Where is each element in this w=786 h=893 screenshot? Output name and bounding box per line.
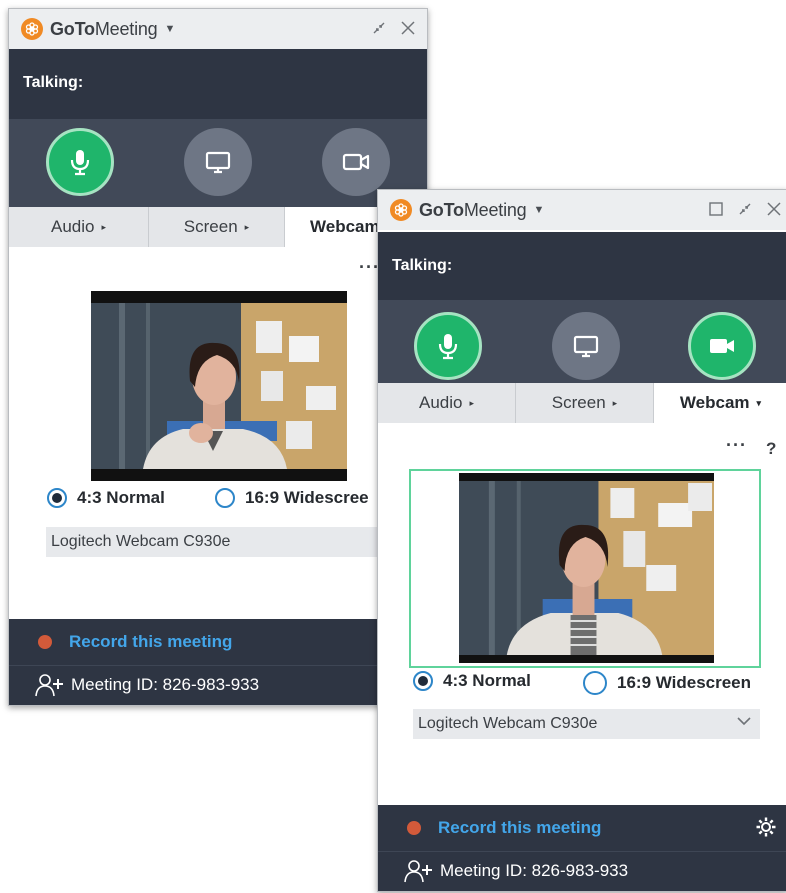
add-person-icon[interactable] [35, 673, 65, 697]
close-icon[interactable] [763, 199, 785, 219]
aspect-ratio-options: 4:3 Normal 16:9 Widescree [9, 488, 427, 518]
microphone-button[interactable] [414, 312, 482, 380]
app-menu-caret-icon[interactable]: ▼ [165, 23, 176, 35]
tab-bar: Audio ▸ Screen ▸ Webcam ▾ [378, 383, 786, 423]
gear-icon[interactable] [755, 816, 777, 843]
tab-bar: Audio ▸ Screen ▸ Webcam [9, 207, 427, 247]
ratio-widescreen-radio[interactable]: 16:9 Widescreen [583, 671, 751, 695]
talking-bar: Talking: [9, 49, 427, 119]
tab-audio[interactable]: Audio ▸ [378, 383, 516, 423]
screen-share-button[interactable] [184, 128, 252, 196]
meeting-id-row: Meeting ID: 826-983-933 [378, 852, 786, 890]
meeting-id-row: Meeting ID: 826-983-933 [9, 666, 427, 704]
record-icon [407, 821, 421, 835]
screen-share-button[interactable] [552, 312, 620, 380]
aspect-ratio-options: 4:3 Normal 16:9 Widescreen [378, 671, 786, 701]
app-menu-button[interactable]: GoToMeeting [419, 200, 527, 221]
bottom-bar: Record this meeting Meeting ID: 826-983-… [378, 805, 786, 891]
more-options-icon[interactable]: ··· [726, 435, 747, 456]
microphone-icon [70, 150, 90, 176]
close-icon[interactable] [397, 18, 419, 38]
record-icon [38, 635, 52, 649]
webcam-video-image [459, 473, 714, 663]
title-bar: GoToMeeting ▼ [9, 9, 427, 49]
control-buttons [9, 119, 427, 207]
camera-select[interactable]: Logitech Webcam C930e [46, 527, 427, 557]
record-meeting-button[interactable]: Record this meeting [378, 805, 786, 852]
webcam-button[interactable] [688, 312, 756, 380]
tab-webcam[interactable]: Webcam ▾ [654, 383, 786, 423]
gotomeeting-window-back: GoToMeeting ▼ Talking: Audio ▸ Screen ▸ We… [8, 8, 428, 706]
webcam-button[interactable] [322, 128, 390, 196]
tab-audio[interactable]: Audio ▸ [9, 207, 149, 247]
title-bar: GoToMeeting ▼ [378, 190, 786, 230]
ratio-normal-radio[interactable]: 4:3 Normal [413, 671, 531, 691]
compact-view-icon[interactable] [735, 199, 755, 219]
gotomeeting-logo-icon [390, 199, 412, 221]
webcam-preview [459, 473, 714, 663]
bottom-bar: Record this meeting Meeting ID: 826-983-… [9, 619, 427, 705]
webcam-preview [91, 291, 347, 481]
video-camera-icon [342, 153, 370, 171]
gotomeeting-logo-icon [21, 18, 43, 40]
help-icon[interactable]: ? [766, 439, 776, 459]
talking-label: Talking: [23, 74, 84, 91]
app-menu-caret-icon[interactable]: ▼ [534, 204, 545, 216]
ratio-normal-radio[interactable]: 4:3 Normal [47, 488, 165, 508]
meeting-id: Meeting ID: 826-983-933 [71, 675, 260, 694]
tab-screen[interactable]: Screen ▸ [149, 207, 285, 247]
meeting-id: Meeting ID: 826-983-933 [440, 861, 629, 880]
app-menu-button[interactable]: GoToMeeting [50, 19, 158, 40]
add-person-icon[interactable] [404, 859, 434, 883]
chevron-down-icon [736, 714, 752, 733]
compact-view-icon[interactable] [369, 18, 389, 38]
monitor-icon [205, 151, 231, 174]
video-camera-icon [710, 339, 734, 353]
maximize-icon[interactable] [706, 199, 726, 219]
ratio-widescreen-radio[interactable]: 16:9 Widescree [215, 488, 369, 508]
gotomeeting-window-front: GoToMeeting ▼ Talking: Audio ▸ Screen ▸ We… [377, 189, 786, 892]
webcam-video-image [91, 291, 347, 481]
monitor-icon [573, 335, 599, 358]
microphone-icon [438, 334, 458, 360]
tab-screen[interactable]: Screen ▸ [516, 383, 654, 423]
record-meeting-button[interactable]: Record this meeting [9, 619, 427, 666]
talking-label: Talking: [392, 257, 453, 274]
control-buttons [378, 300, 786, 388]
microphone-button[interactable] [46, 128, 114, 196]
camera-select[interactable]: Logitech Webcam C930e [413, 709, 760, 739]
talking-bar: Talking: [378, 232, 786, 300]
